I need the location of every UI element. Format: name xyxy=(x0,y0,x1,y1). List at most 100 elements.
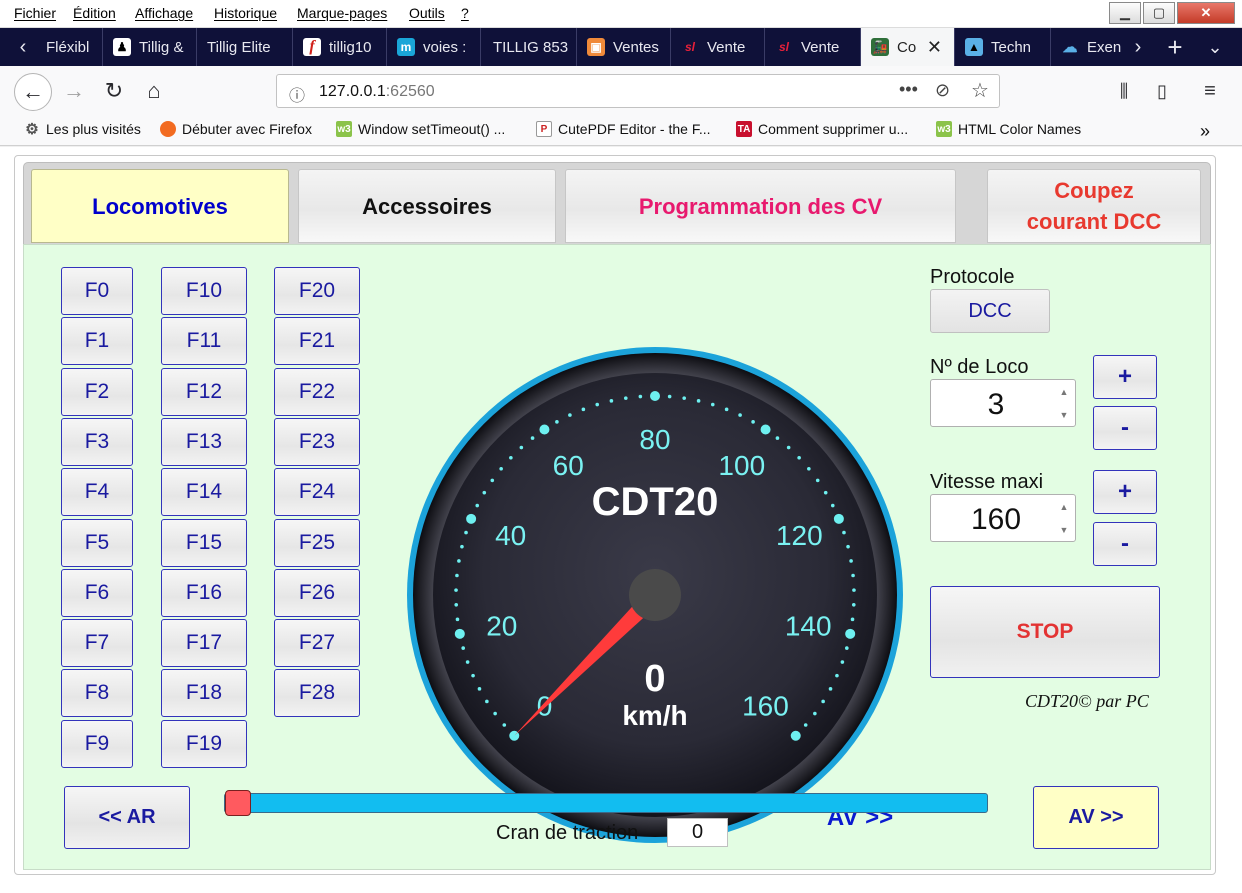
function-button-f11[interactable]: F11 xyxy=(161,317,247,366)
forward-button[interactable]: → xyxy=(58,75,90,107)
traction-slider-thumb[interactable] xyxy=(225,790,251,816)
library-button[interactable]: ⫼ xyxy=(1108,75,1140,107)
browser-tab[interactable]: m voies : xyxy=(387,28,481,66)
function-button-f21[interactable]: F21 xyxy=(274,317,360,366)
function-button-f2[interactable]: F2 xyxy=(61,367,133,416)
function-button-f10[interactable]: F10 xyxy=(161,267,247,315)
vmax-plus-button[interactable]: + xyxy=(1093,470,1157,514)
home-button[interactable]: ⌂ xyxy=(138,75,170,107)
browser-tab[interactable]: TILLIG 853 xyxy=(481,28,577,66)
gauge-minor-tick xyxy=(493,711,497,716)
maximize-button[interactable]: ▢ xyxy=(1143,2,1175,24)
function-button-f20[interactable]: F20 xyxy=(274,267,360,315)
function-button-f22[interactable]: F22 xyxy=(274,367,360,416)
browser-tab[interactable]: ▲ Techn xyxy=(955,28,1051,66)
bookmark-star-icon[interactable]: ☆ xyxy=(971,78,989,103)
window-close-button[interactable]: ✕ xyxy=(1177,2,1235,24)
locomotives-panel: F0 F1 F2 F3 F4 F5 F6 F7 F8 F9 F10 F11 F12 F13 F14 F15 F1… xyxy=(23,244,1211,870)
function-button-f26[interactable]: F26 xyxy=(274,568,360,617)
bookmark-settimeout[interactable]: w3 Window setTimeout() ... xyxy=(336,121,505,137)
tab-list-button[interactable]: ⌄ xyxy=(1200,28,1230,66)
browser-tab[interactable]: sl Vente xyxy=(671,28,765,66)
function-button-f12[interactable]: F12 xyxy=(161,367,247,416)
close-tab-icon[interactable]: ✕ xyxy=(927,37,942,58)
coupez-courant-dcc-button[interactable]: Coupez courant DCC xyxy=(987,169,1201,243)
function-button-f1[interactable]: F1 xyxy=(61,317,133,366)
protocole-select[interactable]: DCC xyxy=(930,289,1050,333)
function-button-f14[interactable]: F14 xyxy=(161,468,247,517)
function-button-f15[interactable]: F15 xyxy=(161,518,247,567)
page-actions-icon[interactable]: ••• xyxy=(899,79,918,100)
function-button-f25[interactable]: F25 xyxy=(274,518,360,567)
menu-historique[interactable]: Historique xyxy=(214,5,277,21)
spin-up-icon[interactable]: ▲ xyxy=(1057,498,1071,516)
browser-tab[interactable]: sl Vente xyxy=(765,28,861,66)
browser-tab[interactable]: ♟ Tillig & xyxy=(103,28,197,66)
tab-scroll-left-button[interactable]: ‹ xyxy=(8,28,38,66)
function-button-f8[interactable]: F8 xyxy=(61,669,133,718)
loco-plus-button[interactable]: + xyxy=(1093,355,1157,399)
function-button-f9[interactable]: F9 xyxy=(61,719,133,768)
bookmark-html-colors[interactable]: w3 HTML Color Names xyxy=(936,121,1081,137)
pocket-icon[interactable]: ⊘ xyxy=(935,80,950,101)
menu-affichage[interactable]: Affichage xyxy=(135,5,193,21)
function-button-f27[interactable]: F27 xyxy=(274,619,360,668)
function-button-f19[interactable]: F19 xyxy=(161,719,247,768)
browser-tab[interactable]: Tillig Elite xyxy=(197,28,293,66)
bookmark-comment-supprimer[interactable]: TA Comment supprimer u... xyxy=(736,121,908,137)
function-button-f23[interactable]: F23 xyxy=(274,417,360,466)
spin-down-icon[interactable]: ▼ xyxy=(1057,406,1071,424)
function-button-f24[interactable]: F24 xyxy=(274,468,360,517)
menu-marque-pages[interactable]: Marque-pages xyxy=(297,5,387,21)
function-button-f0[interactable]: F0 xyxy=(61,267,133,315)
tab-programmation-cv[interactable]: Programmation des CV xyxy=(565,169,956,243)
function-button-f6[interactable]: F6 xyxy=(61,568,133,617)
browser-tab-active[interactable]: 🚂 Co ✕ xyxy=(861,28,955,66)
gauge-tick-label: 140 xyxy=(785,610,832,641)
spin-up-icon[interactable]: ▲ xyxy=(1057,383,1071,401)
minimize-button[interactable]: ▁ xyxy=(1109,2,1141,24)
vitesse-maxi-input[interactable]: 160 ▲ ▼ xyxy=(930,494,1076,542)
menu-button[interactable]: ≡ xyxy=(1194,75,1226,107)
function-button-f4[interactable]: F4 xyxy=(61,468,133,517)
browser-tab[interactable]: Fléxibl xyxy=(38,28,103,66)
menu-help[interactable]: ? xyxy=(461,5,469,21)
back-button[interactable]: ← xyxy=(14,73,52,111)
bookmark-cutepdf[interactable]: P CutePDF Editor - the F... xyxy=(536,121,711,137)
function-button-f3[interactable]: F3 xyxy=(61,417,133,466)
url-bar[interactable]: ⓘ 127.0.0.1:62560 ••• ⊘ ☆ xyxy=(276,74,1000,108)
browser-tab[interactable]: ▣ Ventes xyxy=(577,28,671,66)
tab-locomotives[interactable]: Locomotives xyxy=(31,169,289,243)
close-icon: ✕ xyxy=(1200,5,1212,20)
menu-outils[interactable]: Outils xyxy=(409,5,445,21)
bookmark-most-visited[interactable]: ⚙ Les plus visités xyxy=(24,121,141,138)
function-button-f13[interactable]: F13 xyxy=(161,417,247,466)
loco-number-input[interactable]: 3 ▲ ▼ xyxy=(930,379,1076,427)
info-icon[interactable]: ⓘ xyxy=(289,82,305,106)
vmax-minus-button[interactable]: - xyxy=(1093,522,1157,566)
new-tab-button[interactable]: + xyxy=(1160,28,1190,66)
bookmark-firefox[interactable]: Débuter avec Firefox xyxy=(160,121,312,137)
stop-button[interactable]: STOP xyxy=(930,586,1160,678)
menu-edition[interactable]: Édition xyxy=(73,5,116,21)
function-button-f7[interactable]: F7 xyxy=(61,619,133,668)
function-button-f28[interactable]: F28 xyxy=(274,669,360,718)
loco-minus-button[interactable]: - xyxy=(1093,406,1157,450)
ar-button[interactable]: << AR xyxy=(64,786,190,849)
av-button[interactable]: AV >> xyxy=(1033,786,1159,849)
function-button-f18[interactable]: F18 xyxy=(161,669,247,718)
browser-tab[interactable]: f tillig10 xyxy=(293,28,387,66)
reload-button[interactable]: ↻ xyxy=(98,75,130,107)
sidebar-button[interactable]: ▯ xyxy=(1146,75,1178,107)
function-button-f16[interactable]: F16 xyxy=(161,568,247,617)
spin-down-icon[interactable]: ▼ xyxy=(1057,521,1071,539)
menu-fichier[interactable]: Fichier xyxy=(14,5,56,21)
gauge-minor-tick xyxy=(696,399,701,403)
function-button-f5[interactable]: F5 xyxy=(61,518,133,567)
function-button-f17[interactable]: F17 xyxy=(161,619,247,668)
traction-slider[interactable] xyxy=(224,790,988,816)
tab-accessoires[interactable]: Accessoires xyxy=(298,169,556,243)
tab-scroll-right-button[interactable]: › xyxy=(1123,28,1153,66)
bookmarks-overflow-button[interactable]: » xyxy=(1200,121,1210,142)
browser-tab[interactable]: ☁ Exen xyxy=(1051,28,1123,66)
